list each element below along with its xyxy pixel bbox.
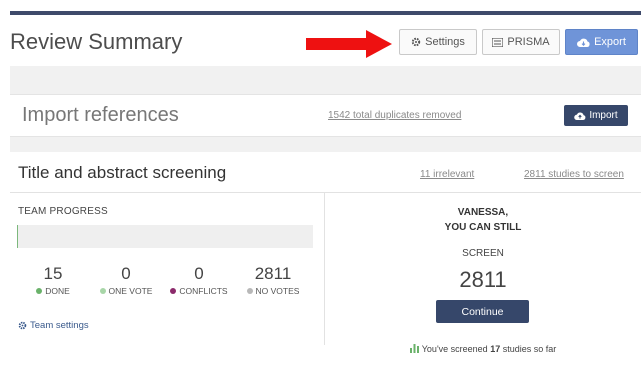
done-dot-icon bbox=[36, 288, 43, 294]
import-button-label: Import bbox=[589, 110, 618, 121]
stat-no-votes-value: 2811 bbox=[254, 264, 292, 283]
stat-conflicts: 0 CONFLICTS bbox=[166, 264, 232, 296]
stat-done: 15 DONE bbox=[28, 264, 78, 296]
stat-one-vote-label: ONE VOTE bbox=[108, 286, 153, 296]
stat-done-value: 15 bbox=[43, 264, 63, 283]
screened-summary: You've screened 17 studies so far bbox=[325, 344, 641, 354]
top-accent-bar bbox=[10, 11, 641, 15]
section-divider bbox=[10, 137, 641, 152]
stat-done-label: DONE bbox=[45, 286, 70, 296]
stat-one-vote-value: 0 bbox=[121, 264, 131, 283]
duplicates-removed-link[interactable]: 1542 total duplicates removed bbox=[328, 110, 461, 121]
screen-label: SCREEN bbox=[462, 248, 504, 259]
stat-no-votes-label: NO VOTES bbox=[255, 286, 300, 296]
section-divider bbox=[10, 66, 641, 94]
screened-suffix: studies so far bbox=[500, 344, 557, 354]
prisma-button[interactable]: PRISMA bbox=[482, 29, 560, 55]
stat-one-vote: 0 ONE VOTE bbox=[96, 264, 156, 296]
stat-no-votes: 2811 NO VOTES bbox=[240, 264, 306, 296]
team-settings-label: Team settings bbox=[30, 320, 89, 331]
irrelevant-link[interactable]: 11 irrelevant bbox=[420, 169, 474, 180]
screened-prefix: You've screened bbox=[421, 344, 491, 354]
import-button[interactable]: Import bbox=[564, 105, 628, 126]
gear-icon bbox=[411, 37, 421, 47]
cloud-upload-icon bbox=[574, 112, 586, 120]
stat-conflicts-value: 0 bbox=[194, 264, 204, 283]
stat-conflicts-label: CONFLICTS bbox=[179, 286, 228, 296]
screened-count: 17 bbox=[490, 344, 501, 354]
greeting-name: VANESSA, bbox=[457, 207, 509, 218]
red-arrow-annotation bbox=[306, 30, 392, 58]
screening-section-title: Title and abstract screening bbox=[18, 163, 227, 182]
cloud-download-icon bbox=[577, 38, 590, 47]
settings-button-label: Settings bbox=[425, 36, 465, 48]
gear-icon bbox=[18, 321, 27, 330]
no-votes-dot-icon bbox=[246, 288, 253, 294]
team-progress-fill bbox=[17, 225, 19, 248]
divider bbox=[10, 192, 641, 193]
team-progress-label: TEAM PROGRESS bbox=[18, 206, 108, 217]
settings-button[interactable]: Settings bbox=[399, 29, 477, 55]
studies-to-screen-link[interactable]: 2811 studies to screen bbox=[524, 169, 624, 180]
conflicts-dot-icon bbox=[170, 288, 177, 294]
export-button[interactable]: Export bbox=[565, 29, 638, 55]
team-settings-link[interactable]: Team settings bbox=[18, 320, 89, 331]
team-progress-bar bbox=[17, 225, 313, 248]
list-icon bbox=[492, 37, 504, 47]
one-vote-dot-icon bbox=[99, 288, 106, 294]
prisma-button-label: PRISMA bbox=[507, 36, 550, 48]
export-button-label: Export bbox=[594, 36, 626, 48]
greeting-message: YOU CAN STILL bbox=[444, 222, 522, 233]
page-title: Review Summary bbox=[10, 29, 183, 54]
import-references-title: Import references bbox=[22, 104, 179, 126]
screen-count: 2811 bbox=[459, 267, 507, 292]
continue-button[interactable]: Continue bbox=[436, 300, 529, 323]
greeting: VANESSA, YOU CAN STILL bbox=[325, 205, 641, 235]
bar-chart-icon bbox=[409, 344, 419, 353]
